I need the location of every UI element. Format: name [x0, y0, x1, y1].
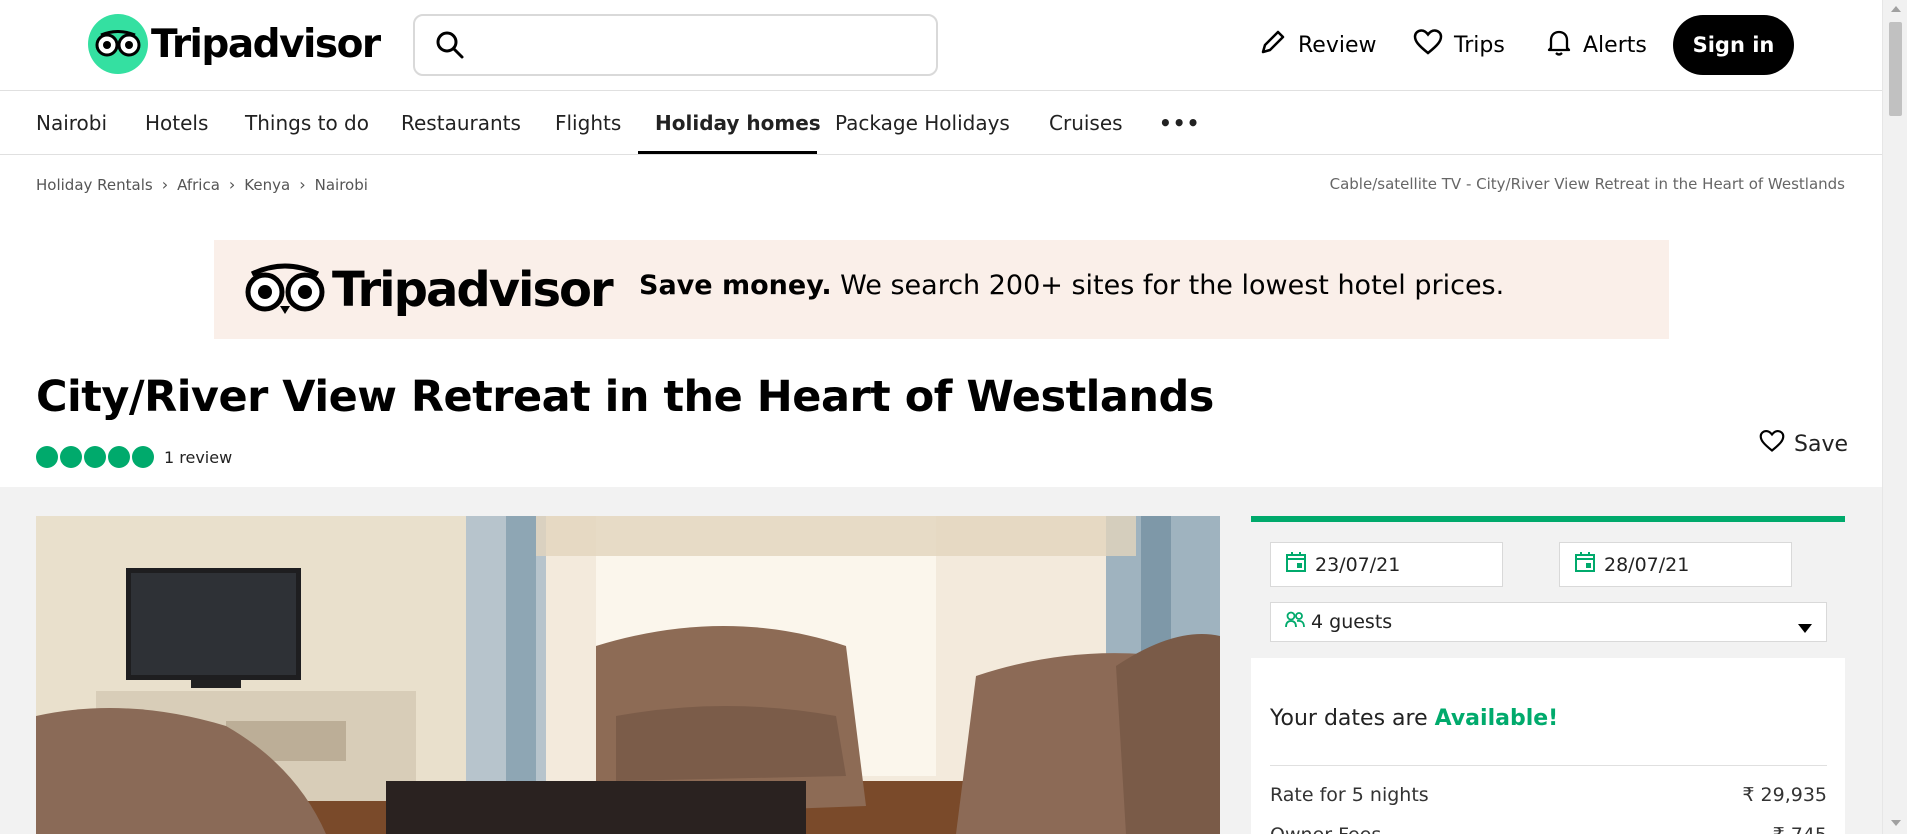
breadcrumb-kenya[interactable]: Kenya: [244, 176, 290, 194]
page: Tripadvisor Review Trips Alerts Sign in …: [0, 0, 1907, 834]
breadcrumb-africa[interactable]: Africa: [177, 176, 220, 194]
active-tab-indicator: [638, 151, 817, 154]
listing-title: City/River View Retreat in the Heart of …: [36, 372, 1214, 422]
checkout-date-field[interactable]: 28/07/21: [1559, 542, 1792, 587]
breadcrumb-holiday-rentals[interactable]: Holiday Rentals: [36, 176, 153, 194]
price-row-label: Rate for 5 nights: [1270, 784, 1429, 806]
banner-logo-text: Tripadvisor: [332, 262, 614, 318]
pencil-icon: [1258, 27, 1298, 63]
chevron-right-icon: ›: [299, 175, 306, 194]
logo-text: Tripadvisor: [151, 21, 381, 67]
availability-prefix: Your dates are: [1270, 706, 1435, 731]
scroll-up-arrow-icon[interactable]: [1891, 6, 1901, 12]
heart-icon: [1412, 27, 1454, 63]
guests-select[interactable]: 4 guests: [1270, 602, 1827, 642]
price-row: Rate for 5 nights ₹ 29,935: [1270, 784, 1827, 806]
calendar-icon: [1285, 551, 1315, 578]
listing-photo[interactable]: [36, 516, 1220, 834]
booking-card: 23/07/21 28/07/21 4 guests Your dates ar…: [1251, 516, 1845, 834]
price-row-label: Owner Fees: [1270, 824, 1381, 834]
banner-logo: Tripadvisor: [244, 260, 614, 320]
more-icon[interactable]: •••: [1159, 91, 1200, 155]
search-box[interactable]: [413, 14, 938, 76]
banner-message: Save money. We search 200+ sites for the…: [639, 270, 1504, 301]
nav-item-package-holidays[interactable]: Package Holidays: [835, 91, 1010, 155]
banner-bold-text: Save money.: [639, 270, 832, 301]
review-link[interactable]: Review: [1258, 25, 1377, 65]
alerts-label: Alerts: [1583, 32, 1647, 58]
divider: [1270, 765, 1827, 766]
scroll-thumb[interactable]: [1889, 22, 1902, 116]
nav-item-holiday-homes[interactable]: Holiday homes: [655, 91, 821, 155]
top-header: Tripadvisor Review Trips Alerts Sign in: [0, 0, 1882, 91]
page-scrollbar[interactable]: [1882, 0, 1907, 834]
heart-icon: [1758, 428, 1794, 460]
rating-bubble-icon: [36, 446, 58, 468]
guests-value: 4 guests: [1311, 611, 1393, 633]
sign-in-button[interactable]: Sign in: [1673, 15, 1794, 75]
price-row-value: ₹ 745: [1773, 824, 1827, 834]
booking-inputs: 23/07/21 28/07/21 4 guests: [1251, 522, 1845, 658]
promo-banner[interactable]: Tripadvisor Save money. We search 200+ s…: [214, 240, 1669, 339]
caret-down-icon: [1798, 616, 1812, 638]
trips-label: Trips: [1454, 32, 1505, 58]
checkout-date-value: 28/07/21: [1604, 553, 1690, 576]
tripadvisor-logo[interactable]: Tripadvisor: [88, 14, 381, 74]
guests-icon: [1285, 611, 1311, 634]
bell-icon: [1545, 27, 1583, 63]
rating-bubble-icon: [84, 446, 106, 468]
nav-item-flights[interactable]: Flights: [555, 91, 621, 155]
rating-bubble-icon: [108, 446, 130, 468]
search-icon: [435, 30, 465, 64]
breadcrumb-current-page: Cable/satellite TV - City/River View Ret…: [1329, 175, 1845, 193]
nav-item-restaurants[interactable]: Restaurants: [401, 91, 521, 155]
price-row: Owner Fees ₹ 745: [1270, 824, 1827, 834]
nav-item-things-to-do[interactable]: Things to do: [245, 91, 369, 155]
checkin-date-value: 23/07/21: [1315, 553, 1401, 576]
checkin-date-field[interactable]: 23/07/21: [1270, 542, 1503, 587]
review-count[interactable]: 1 review: [164, 448, 232, 467]
review-label: Review: [1298, 32, 1377, 58]
alerts-link[interactable]: Alerts: [1545, 25, 1647, 65]
calendar-icon: [1574, 551, 1604, 578]
availability-status: Available!: [1434, 706, 1559, 731]
owl-logo-icon: [244, 260, 326, 320]
breadcrumb-nairobi[interactable]: Nairobi: [315, 176, 368, 194]
save-button[interactable]: Save: [1758, 428, 1848, 460]
breadcrumb: Holiday Rentals › Africa › Kenya › Nairo…: [36, 175, 368, 194]
nav-item-hotels[interactable]: Hotels: [145, 91, 208, 155]
trips-link[interactable]: Trips: [1412, 25, 1505, 65]
nav-item-cruises[interactable]: Cruises: [1049, 91, 1123, 155]
rating[interactable]: 1 review: [36, 446, 232, 468]
availability-message: Your dates are Available!: [1270, 706, 1558, 731]
chevron-right-icon: ›: [228, 175, 236, 194]
rating-bubble-icon: [60, 446, 82, 468]
living-room-photo-image: [36, 516, 1220, 834]
search-input[interactable]: [481, 26, 921, 64]
owl-logo-icon: [88, 14, 148, 74]
rating-bubble-icon: [132, 446, 154, 468]
save-label: Save: [1794, 431, 1849, 457]
chevron-right-icon: ›: [161, 175, 169, 194]
scroll-down-arrow-icon[interactable]: [1891, 820, 1901, 826]
price-row-value: ₹ 29,935: [1742, 784, 1827, 806]
nav-item-nairobi[interactable]: Nairobi: [36, 91, 107, 155]
banner-text: We search 200+ sites for the lowest hote…: [831, 270, 1505, 301]
category-nav: Nairobi Hotels Things to do Restaurants …: [0, 91, 1882, 155]
